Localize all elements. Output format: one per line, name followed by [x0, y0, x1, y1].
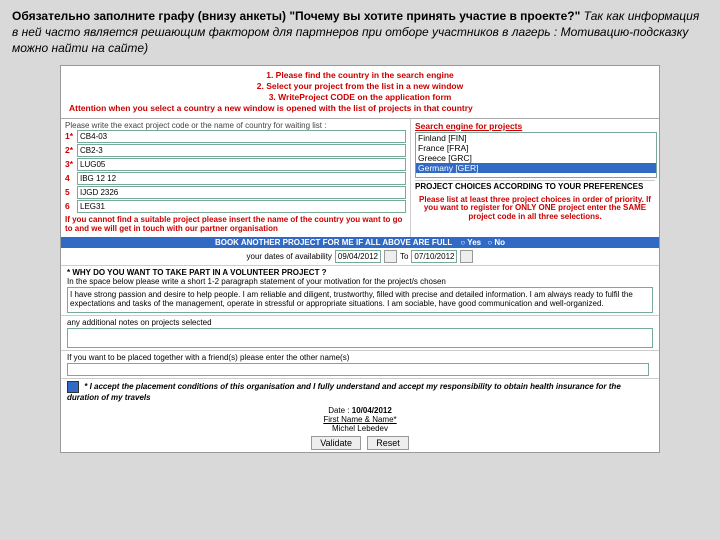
- list-option[interactable]: France [FRA]: [416, 143, 656, 153]
- radio-no[interactable]: ○ No: [487, 238, 505, 247]
- application-form: 1. Please find the country in the search…: [60, 65, 660, 454]
- priority-num: 1*: [65, 131, 77, 141]
- additional-label: any additional notes on projects selecte…: [67, 318, 653, 327]
- search-label: Search engine for projects: [415, 121, 655, 131]
- dates-label: your dates of availability: [247, 252, 332, 261]
- date-to-input[interactable]: 07/10/2012: [411, 250, 457, 263]
- project-code-input[interactable]: IJGD 2326: [77, 186, 406, 199]
- instructions-block: 1. Please find the country in the search…: [61, 66, 659, 118]
- footer: Date : 10/04/2012 First Name & Name* Mic…: [61, 404, 659, 452]
- together-section: If you want to be placed together with a…: [61, 350, 659, 378]
- date-label: Date :: [328, 406, 349, 415]
- date-value: 10/04/2012: [352, 406, 392, 415]
- name-value: Michel Lebedev: [63, 424, 657, 433]
- project-code-input[interactable]: IBG 12 12: [77, 172, 406, 185]
- book-another-bar: BOOK ANOTHER PROJECT FOR ME IF ALL ABOVE…: [61, 237, 659, 248]
- list-option-selected[interactable]: Germany [GER]: [416, 163, 656, 173]
- priority-num: 6: [65, 201, 77, 211]
- priority-column: Please write the exact project code or t…: [61, 119, 410, 238]
- attention-line: Attention when you select a country a ne…: [69, 103, 651, 114]
- motivation-question: * WHY DO YOU WANT TO TAKE PART IN A VOLU…: [67, 268, 653, 277]
- calendar-icon[interactable]: [384, 250, 397, 263]
- calendar-icon[interactable]: [460, 250, 473, 263]
- instruction-line: 1. Please find the country in the search…: [69, 70, 651, 81]
- header-bold: Обязательно заполните графу (внизу анкет…: [12, 9, 580, 23]
- page-header: Обязательно заполните графу (внизу анкет…: [0, 0, 720, 65]
- search-column: Search engine for projects Finland [FIN]…: [410, 119, 659, 238]
- project-code-input[interactable]: CB2-3: [77, 144, 406, 157]
- priority-num: 4: [65, 173, 77, 183]
- project-choices-heading: PROJECT CHOICES ACCORDING TO YOUR PREFER…: [415, 180, 655, 194]
- accept-section: * I accept the placement conditions of t…: [61, 378, 659, 404]
- radio-yes[interactable]: ○ Yes: [460, 238, 481, 247]
- accept-text: * I accept the placement conditions of t…: [67, 382, 621, 402]
- priority-intro: Please write the exact project code or t…: [65, 121, 406, 130]
- dates-row: your dates of availability 09/04/2012 To…: [61, 248, 659, 265]
- instruction-line: 3. WriteProject CODE on the application …: [69, 92, 651, 103]
- priority-num: 3*: [65, 159, 77, 169]
- additional-textarea[interactable]: [67, 328, 653, 348]
- list-option[interactable]: Finland [FIN]: [416, 133, 656, 143]
- project-code-input[interactable]: LEG31: [77, 200, 406, 213]
- accept-checkbox[interactable]: [67, 381, 79, 393]
- priority-num: 5: [65, 187, 77, 197]
- name-label: First Name & Name*: [323, 415, 396, 424]
- motivation-hint: In the space below please write a short …: [67, 277, 653, 286]
- together-label: If you want to be placed together with a…: [67, 353, 653, 362]
- to-label: To: [400, 252, 408, 261]
- project-code-input[interactable]: CB4-03: [77, 130, 406, 143]
- priority-num: 2*: [65, 145, 77, 155]
- motivation-section: * WHY DO YOU WANT TO TAKE PART IN A VOLU…: [61, 265, 659, 315]
- reset-button[interactable]: Reset: [367, 436, 409, 450]
- priority-note: Please list at least three project choic…: [415, 194, 655, 224]
- list-option[interactable]: Greece [GRC]: [416, 153, 656, 163]
- together-input[interactable]: [67, 363, 649, 376]
- not-found-note: If you cannot find a suitable project pl…: [65, 214, 406, 236]
- date-from-input[interactable]: 09/04/2012: [335, 250, 381, 263]
- additional-section: any additional notes on projects selecte…: [61, 315, 659, 350]
- validate-button[interactable]: Validate: [311, 436, 361, 450]
- motivation-textarea[interactable]: I have strong passion and desire to help…: [67, 287, 653, 313]
- project-code-input[interactable]: LUG05: [77, 158, 406, 171]
- instruction-line: 2. Select your project from the list in …: [69, 81, 651, 92]
- country-listbox[interactable]: Finland [FIN] France [FRA] Greece [GRC] …: [415, 132, 657, 178]
